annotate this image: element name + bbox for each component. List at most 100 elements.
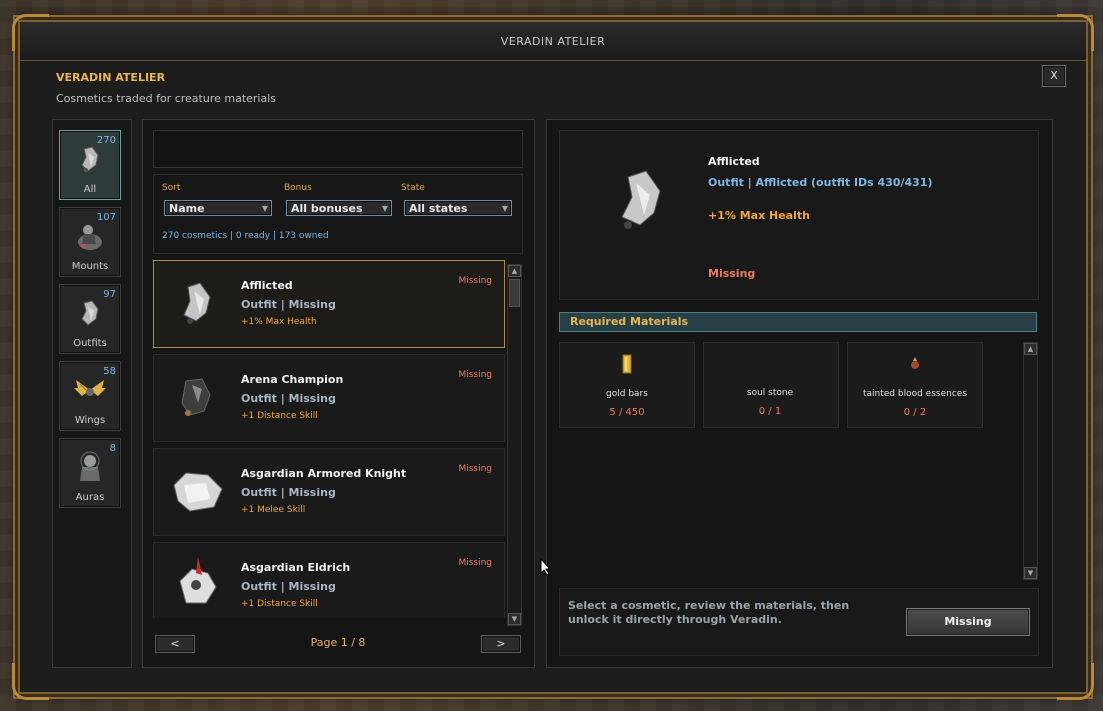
scroll-thumb[interactable] (509, 279, 520, 307)
category-label: Mounts (71, 261, 109, 272)
item-bonus: +1 Distance Skill (241, 599, 318, 609)
detail-state: Missing (708, 267, 756, 280)
chevron-down-icon: ▼ (501, 204, 508, 213)
aura-icon (80, 451, 100, 481)
material-progress: 5 / 450 (609, 407, 645, 418)
list-item[interactable]: Asgardian Eldrich Outfit | Missing +1 Di… (153, 542, 505, 618)
item-bonus: +1 Distance Skill (241, 411, 318, 421)
unlock-button[interactable]: Missing (906, 608, 1030, 636)
bonus-label: Bonus (284, 183, 312, 193)
category-wings[interactable]: 58 Wings (59, 361, 121, 431)
detail-panel: Afflicted Outfit | Afflicted (outfit IDs… (546, 119, 1053, 668)
chevron-down-icon: ▼ (261, 204, 268, 213)
category-label: Wings (74, 415, 106, 426)
materials-grid: gold bars 5 / 450 soul stone 0 / 1 taint… (559, 342, 1021, 578)
outfit-sprite-icon (179, 557, 217, 604)
category-label: Outfits (73, 338, 107, 349)
action-footer: Select a cosmetic, review the materials,… (559, 588, 1039, 656)
item-bonus: +1% Max Health (241, 317, 317, 327)
header-subtitle: Cosmetics traded for creature materials (56, 92, 277, 105)
state-select-value: All states (409, 202, 468, 215)
material-name: gold bars (606, 389, 648, 399)
cosmetic-preview: Afflicted Outfit | Afflicted (outfit IDs… (559, 130, 1039, 300)
material-progress: 0 / 1 (758, 406, 782, 417)
item-state: Missing (458, 276, 492, 286)
item-name: Asgardian Armored Knight (241, 467, 407, 480)
bonus-select-value: All bonuses (291, 202, 363, 215)
outfit-preview-icon (621, 170, 661, 229)
next-page-button[interactable]: > (481, 635, 521, 653)
detail-bonus: +1% Max Health (708, 209, 810, 222)
atelier-window: VERADIN ATELIER VERADIN ATELIER Cosmetic… (12, 14, 1094, 700)
outfit-icon (81, 300, 99, 326)
frame-ornament-bottom-right (1057, 663, 1094, 700)
category-mounts[interactable]: 107 Mounts (59, 207, 121, 277)
material-card: tainted blood essences 0 / 2 (847, 342, 983, 428)
sort-select[interactable]: Name ▼ (164, 200, 272, 216)
item-type: Outfit | Missing (241, 298, 336, 311)
item-bonus: +1 Melee Skill (241, 505, 306, 515)
cosmetic-list: Afflicted Outfit | Missing +1% Max Healt… (153, 260, 505, 618)
scroll-down-icon[interactable]: ▼ (508, 613, 521, 625)
item-name: Asgardian Eldrich (241, 561, 351, 574)
frame-ornament-bottom-left (12, 663, 49, 700)
materials-scrollbar[interactable]: ▲ ▼ (1023, 342, 1038, 580)
scroll-up-icon[interactable]: ▲ (508, 265, 521, 277)
header-title: VERADIN ATELIER (56, 71, 166, 84)
category-sidebar: 270 All 107 Mounts 97 Outfits 58 Wings 8… (52, 119, 132, 668)
material-card: gold bars 5 / 450 (559, 342, 695, 428)
item-type: Outfit | Missing (241, 392, 336, 405)
category-outfits[interactable]: 97 Outfits (59, 284, 121, 354)
material-name: tainted blood essences (862, 389, 968, 399)
sort-select-value: Name (169, 202, 205, 215)
item-state: Missing (458, 370, 492, 380)
scroll-down-icon[interactable]: ▼ (1024, 567, 1037, 579)
page-indicator: Page 1 / 8 (310, 636, 366, 649)
window-titlebar[interactable]: VERADIN ATELIER (20, 22, 1086, 61)
list-item[interactable]: Afflicted Outfit | Missing +1% Max Healt… (153, 260, 505, 348)
item-state: Missing (458, 558, 492, 568)
sort-label: Sort (162, 183, 181, 193)
results-summary: 270 cosmetics | 0 ready | 173 owned (162, 231, 329, 241)
scroll-up-icon[interactable]: ▲ (1024, 343, 1037, 355)
category-label: All (83, 184, 97, 195)
list-item[interactable]: Asgardian Armored Knight Outfit | Missin… (153, 448, 505, 536)
item-name: Afflicted (241, 279, 293, 292)
item-name: Arena Champion (241, 373, 344, 386)
search-input[interactable] (153, 130, 523, 168)
window-title: VERADIN ATELIER (500, 35, 606, 48)
required-materials-header: Required Materials (559, 312, 1037, 332)
material-name: soul stone (746, 388, 794, 398)
gold-bar-icon (622, 354, 632, 374)
state-select[interactable]: All states ▼ (404, 200, 512, 216)
close-button[interactable]: X (1042, 65, 1066, 87)
detail-type-line: Outfit | Afflicted (outfit IDs 430/431) (708, 176, 933, 189)
item-type: Outfit | Missing (241, 580, 336, 593)
list-scrollbar[interactable]: ▲ ▼ (507, 264, 522, 626)
frame-ornament-top-right (1057, 14, 1094, 51)
category-all[interactable]: 270 All (59, 130, 121, 200)
outfit-icon (81, 146, 99, 172)
prev-page-button[interactable]: < (155, 635, 195, 653)
chevron-down-icon: ▼ (381, 204, 388, 213)
wings-icon (74, 380, 106, 396)
item-state: Missing (458, 464, 492, 474)
category-count: 8 (109, 443, 116, 454)
item-type: Outfit | Missing (241, 486, 336, 499)
help-text: Select a cosmetic, review the materials,… (568, 599, 850, 626)
bonus-select[interactable]: All bonuses ▼ (286, 200, 392, 216)
frame-ornament-top-left (12, 14, 49, 51)
filter-panel: Sort Name ▼ Bonus All bonuses ▼ State Al… (153, 174, 523, 254)
category-auras[interactable]: 8 Auras (59, 438, 121, 508)
outfit-sprite-icon (173, 472, 223, 512)
mouse-cursor-icon (540, 558, 552, 576)
category-label: Auras (75, 492, 105, 503)
cosmetic-list-panel: Sort Name ▼ Bonus All bonuses ▼ State Al… (142, 119, 535, 668)
blood-essence-icon (911, 357, 919, 369)
mount-icon (78, 225, 102, 250)
list-item[interactable]: Arena Champion Outfit | Missing +1 Dista… (153, 354, 505, 442)
outfit-sprite-icon (183, 282, 211, 324)
outfit-sprite-icon (181, 378, 211, 416)
detail-name: Afflicted (708, 155, 760, 168)
material-progress: 0 / 2 (903, 407, 927, 418)
